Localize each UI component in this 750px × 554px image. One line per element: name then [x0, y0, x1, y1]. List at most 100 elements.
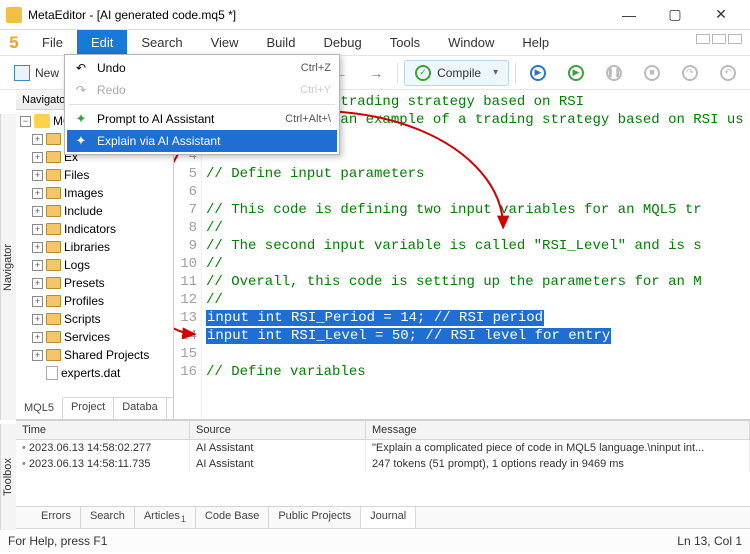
expander-icon[interactable]: +	[32, 188, 43, 199]
folder-icon	[46, 187, 61, 199]
step-icon: ↷	[682, 65, 698, 81]
expander-icon[interactable]: +	[32, 170, 43, 181]
expander-icon[interactable]: +	[32, 224, 43, 235]
menu-view[interactable]: View	[197, 30, 253, 55]
stop-button[interactable]: ■	[636, 60, 668, 86]
menu-search[interactable]: Search	[127, 30, 196, 55]
expander-icon[interactable]: +	[32, 134, 43, 145]
col-time[interactable]: Time	[16, 421, 190, 439]
expander-icon[interactable]: +	[32, 278, 43, 289]
expander-icon[interactable]: +	[32, 260, 43, 271]
folder-icon	[46, 349, 61, 361]
toolbox-rows[interactable]: 2023.06.13 14:58:02.277AI Assistant"Expl…	[16, 440, 750, 506]
folder-icon	[46, 313, 61, 325]
tab-articles[interactable]: Articles1	[135, 507, 196, 528]
chevron-down-icon: ▾	[493, 67, 498, 78]
col-message[interactable]: Message	[366, 421, 750, 439]
undo-icon: ↶	[73, 61, 89, 75]
menu-explain-ai[interactable]: ✦Explain via AI Assistant	[67, 130, 337, 152]
expander-icon[interactable]: +	[32, 314, 43, 325]
stop-icon: ■	[644, 65, 660, 81]
folder-icon	[46, 277, 61, 289]
minimize-button[interactable]: —	[606, 1, 652, 29]
new-label: New	[35, 66, 59, 80]
folder-icon	[46, 331, 61, 343]
separator	[397, 63, 398, 83]
tree-item[interactable]: +Files	[16, 166, 173, 184]
ai-icon: ✦	[73, 133, 89, 149]
step-button-1[interactable]: ↷	[674, 60, 706, 86]
window-title: MetaEditor - [AI generated code.mq5 *]	[28, 8, 606, 22]
tree-item[interactable]: +Images	[16, 184, 173, 202]
close-button[interactable]: ✕	[698, 1, 744, 29]
tree-item[interactable]: +Services	[16, 328, 173, 346]
file-icon	[46, 366, 58, 380]
mdi-controls[interactable]	[696, 34, 742, 44]
menu-undo[interactable]: ↶UndoCtrl+Z	[67, 57, 337, 79]
expander-icon[interactable]: +	[32, 206, 43, 217]
tree-item[interactable]: +Profiles	[16, 292, 173, 310]
debug-start-button[interactable]: ▶	[522, 60, 554, 86]
tab-codebase[interactable]: Code Base	[196, 507, 269, 528]
menu-separator	[69, 104, 335, 105]
menu-debug[interactable]: Debug	[309, 30, 375, 55]
expander-icon[interactable]: +	[32, 242, 43, 253]
menu-build[interactable]: Build	[253, 30, 310, 55]
step-button-2[interactable]: ↶	[712, 60, 744, 86]
navigator-side-label[interactable]: Navigator	[0, 114, 16, 420]
tree-item[interactable]: +Include	[16, 202, 173, 220]
run-button[interactable]: ▶	[560, 60, 592, 86]
redo-icon: ↷	[73, 83, 89, 97]
compile-icon: ✓	[415, 65, 431, 81]
status-position: Ln 13, Col 1	[677, 534, 742, 548]
tree-item[interactable]: +Shared Projects	[16, 346, 173, 364]
maximize-button[interactable]: ▢	[652, 1, 698, 29]
log-row[interactable]: 2023.06.13 14:58:02.277AI Assistant"Expl…	[16, 440, 750, 456]
toolbox-side-label[interactable]: Toolbox	[0, 424, 16, 530]
app-icon	[6, 7, 22, 23]
expander-icon[interactable]: −	[20, 116, 31, 127]
expander-icon[interactable]: +	[32, 332, 43, 343]
log-row[interactable]: 2023.06.13 14:58:11.735AI Assistant247 t…	[16, 456, 750, 472]
pause-button[interactable]: ❚❚	[598, 60, 630, 86]
folder-icon	[46, 205, 61, 217]
tree-item[interactable]: +Logs	[16, 256, 173, 274]
menu-file[interactable]: File	[28, 30, 77, 55]
menu-edit[interactable]: Edit	[77, 30, 127, 55]
nav-tab-database[interactable]: Databa	[114, 398, 166, 419]
nav-tab-mql5[interactable]: MQL5	[16, 397, 63, 419]
menu-help[interactable]: Help	[508, 30, 563, 55]
new-button[interactable]: New	[6, 60, 67, 86]
folder-icon	[46, 241, 61, 253]
tab-public-projects[interactable]: Public Projects	[269, 507, 361, 528]
mql5-folder-icon	[34, 114, 50, 128]
tab-errors[interactable]: Errors	[32, 507, 81, 528]
forward-icon: →	[369, 65, 383, 81]
nav-tab-project[interactable]: Project	[63, 398, 114, 419]
tab-journal[interactable]: Journal	[361, 507, 416, 528]
folder-icon	[46, 151, 61, 163]
ai-icon: ✦	[73, 111, 89, 127]
tree-item[interactable]: +Scripts	[16, 310, 173, 328]
tree-item[interactable]: +Presets	[16, 274, 173, 292]
menu-window[interactable]: Window	[434, 30, 508, 55]
menu-prompt-ai[interactable]: ✦Prompt to AI AssistantCtrl+Alt+\	[67, 108, 337, 130]
compile-button[interactable]: ✓ Compile ▾	[404, 60, 509, 86]
menu-tools[interactable]: Tools	[376, 30, 434, 55]
menu-redo: ↷RedoCtrl+Y	[67, 79, 337, 101]
separator	[515, 63, 516, 83]
nav-forward-button[interactable]: →	[361, 60, 391, 86]
expander-icon[interactable]: +	[32, 350, 43, 361]
tree-item[interactable]: experts.dat	[16, 364, 173, 382]
tree-item[interactable]: +Libraries	[16, 238, 173, 256]
expander-icon[interactable]: +	[32, 152, 43, 163]
step-icon: ↶	[720, 65, 736, 81]
folder-icon	[46, 133, 61, 145]
compile-label: Compile	[437, 66, 481, 80]
edit-dropdown: ↶UndoCtrl+Z ↷RedoCtrl+Y ✦Prompt to AI As…	[64, 54, 340, 155]
expander-icon[interactable]: +	[32, 296, 43, 307]
new-file-icon	[14, 65, 30, 81]
col-source[interactable]: Source	[190, 421, 366, 439]
tab-search[interactable]: Search	[81, 507, 135, 528]
tree-item[interactable]: +Indicators	[16, 220, 173, 238]
